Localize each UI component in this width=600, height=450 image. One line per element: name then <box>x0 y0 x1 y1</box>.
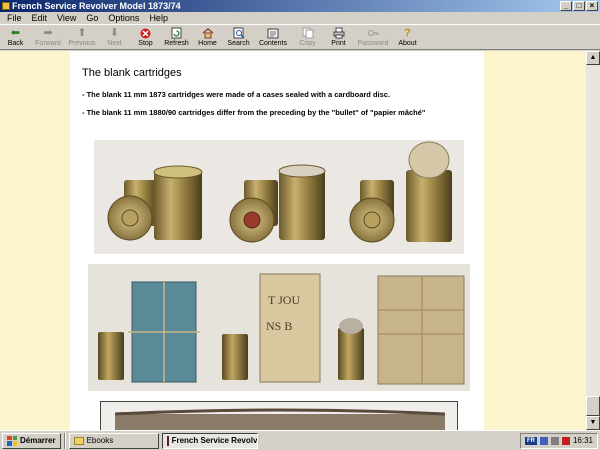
about-button[interactable]: ? About <box>392 25 423 49</box>
taskbar-separator <box>63 432 66 449</box>
paragraph-1: - The blank 11 mm 1873 cartridges were m… <box>82 90 391 99</box>
contents-button[interactable]: Contents <box>254 25 292 49</box>
windows-logo-icon <box>7 435 17 446</box>
scroll-up-button[interactable]: ▲ <box>586 51 600 65</box>
menu-file[interactable]: File <box>2 12 27 24</box>
app-icon <box>2 2 10 10</box>
search-button[interactable]: Search <box>223 25 254 49</box>
copy-icon <box>302 27 314 39</box>
stop-icon <box>140 27 152 39</box>
home-button[interactable]: Home <box>192 25 223 49</box>
title-bar: French Service Revolver Model 1873/74 _ … <box>0 0 600 12</box>
search-icon <box>233 27 245 39</box>
content-area: The blank cartridges - The blank 11 mm 1… <box>0 51 586 430</box>
close-button[interactable]: × <box>586 1 598 11</box>
language-indicator[interactable]: FR <box>524 436 537 445</box>
copy-button[interactable]: Copy <box>292 25 323 49</box>
arrow-up-icon: ⬆ <box>77 27 87 39</box>
toolbar: ⬅ Back ➡ Forward ⬆ Previous ⬇ Next Stop … <box>0 24 600 50</box>
previous-button[interactable]: ⬆ Previous <box>65 25 99 49</box>
contents-icon <box>267 27 279 39</box>
arrow-right-icon: ➡ <box>43 27 53 39</box>
printer-icon <box>333 27 345 39</box>
taskbar: Démarrer Ebooks French Service Revolv...… <box>0 430 600 450</box>
menu-go[interactable]: Go <box>81 12 103 24</box>
home-icon <box>202 27 214 39</box>
svg-text:NS B: NS B <box>266 319 292 333</box>
menu-edit[interactable]: Edit <box>27 12 53 24</box>
next-button[interactable]: ⬇ Next <box>99 25 130 49</box>
stop-button[interactable]: Stop <box>130 25 161 49</box>
photo-box-partial <box>100 401 458 430</box>
window-controls: _ □ × <box>560 1 598 11</box>
forward-button[interactable]: ➡ Forward <box>31 25 65 49</box>
key-icon <box>367 27 379 39</box>
minimize-button[interactable]: _ <box>560 1 572 11</box>
window-title: French Service Revolver Model 1873/74 <box>12 1 181 11</box>
photo-blank-cartridges <box>94 140 464 254</box>
menu-view[interactable]: View <box>52 12 81 24</box>
network-icon[interactable] <box>539 436 548 445</box>
menu-options[interactable]: Options <box>103 12 144 24</box>
photo-cartridge-packets: T JOU NS B <box>88 264 470 391</box>
system-tray: FR 16:31 <box>519 432 598 449</box>
arrow-down-icon: ⬇ <box>109 27 120 39</box>
menu-bar: File Edit View Go Options Help <box>0 12 600 24</box>
volume-icon[interactable] <box>550 436 559 445</box>
scroll-down-button[interactable]: ▼ <box>586 416 600 430</box>
print-button[interactable]: Print <box>323 25 354 49</box>
clock: 16:31 <box>572 436 593 445</box>
paragraph-2: - The blank 11 mm 1880/90 cartridges dif… <box>82 108 426 117</box>
page: The blank cartridges - The blank 11 mm 1… <box>70 51 484 430</box>
scroll-thumb[interactable] <box>586 396 600 416</box>
antivirus-icon[interactable] <box>561 436 570 445</box>
menu-help[interactable]: Help <box>144 12 173 24</box>
folder-icon <box>73 436 84 445</box>
back-button[interactable]: ⬅ Back <box>0 25 31 49</box>
refresh-icon <box>171 27 183 39</box>
page-title: The blank cartridges <box>82 67 182 79</box>
start-button[interactable]: Démarrer <box>2 432 61 449</box>
task-french-service-revolver[interactable]: French Service Revolv... <box>161 432 258 449</box>
arrow-left-icon: ⬅ <box>10 27 21 39</box>
maximize-button[interactable]: □ <box>573 1 585 11</box>
task-ebooks[interactable]: Ebooks <box>68 432 159 449</box>
password-button[interactable]: Password <box>354 25 392 49</box>
svg-text:T JOU: T JOU <box>268 293 300 307</box>
help-book-icon <box>166 435 169 446</box>
refresh-button[interactable]: Refresh <box>161 25 192 49</box>
question-icon: ? <box>404 27 411 39</box>
vertical-scrollbar[interactable]: ▲ ▼ <box>586 51 600 430</box>
